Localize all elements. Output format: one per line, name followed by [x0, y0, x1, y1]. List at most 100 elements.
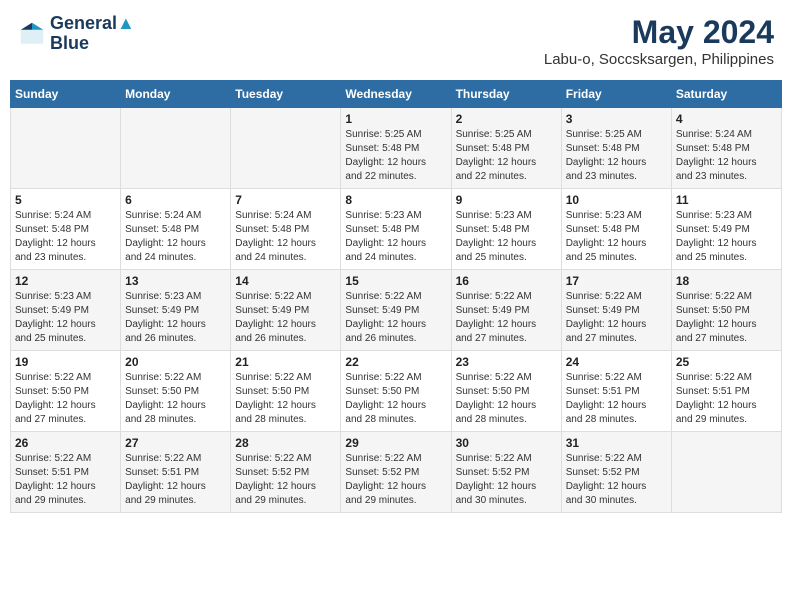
- calendar-day-cell: 17 Sunrise: 5:22 AM Sunset: 5:49 PM Dayli…: [561, 270, 671, 351]
- day-info: Sunrise: 5:25 AM Sunset: 5:48 PM Dayligh…: [566, 128, 667, 184]
- day-number: 2: [456, 112, 557, 126]
- calendar-day-cell: 15Sunrise: 5:22 AM Sunset: 5:49 PM Dayli…: [341, 270, 451, 351]
- calendar-week-row: 5 Sunrise: 5:24 AM Sunset: 5:48 PM Daylig…: [11, 189, 782, 270]
- day-number: 25: [676, 355, 777, 369]
- calendar-day-cell: 20 Sunrise: 5:22 AM Sunset: 5:50 PM Dayli…: [121, 351, 231, 432]
- day-info: Sunrise: 5:22 AM Sunset: 5:49 PM Dayligh…: [345, 290, 446, 346]
- day-number: 10: [566, 193, 667, 207]
- day-info: Sunrise: 5:22 AM Sunset: 5:50 PM Dayligh…: [235, 371, 336, 427]
- day-number: 30: [456, 436, 557, 450]
- day-info: Sunrise: 5:22 AM Sunset: 5:52 PM Dayligh…: [566, 452, 667, 508]
- calendar-day-cell: 23Sunrise: 5:22 AM Sunset: 5:50 PM Dayli…: [451, 351, 561, 432]
- calendar-day-cell: 18Sunrise: 5:22 AM Sunset: 5:50 PM Dayli…: [671, 270, 781, 351]
- day-info: Sunrise: 5:23 AM Sunset: 5:49 PM Dayligh…: [125, 290, 226, 346]
- day-info: Sunrise: 5:22 AM Sunset: 5:49 PM Dayligh…: [566, 290, 667, 346]
- calendar-day-cell: 7 Sunrise: 5:24 AM Sunset: 5:48 PM Daylig…: [231, 189, 341, 270]
- title-area: May 2024 Labu-o, Soccsksargen, Philippin…: [544, 14, 774, 68]
- day-number: 14: [235, 274, 336, 288]
- subtitle: Labu-o, Soccsksargen, Philippines: [544, 51, 774, 68]
- calendar-day-cell: 6Sunrise: 5:24 AM Sunset: 5:48 PM Daylig…: [121, 189, 231, 270]
- calendar-table: SundayMondayTuesdayWednesdayThursdayFrid…: [10, 80, 782, 513]
- calendar-day-cell: 10 Sunrise: 5:23 AM Sunset: 5:48 PM Dayli…: [561, 189, 671, 270]
- day-number: 6: [125, 193, 226, 207]
- logo-icon: [18, 20, 46, 48]
- logo: General▲ Blue: [18, 14, 135, 54]
- calendar-week-row: 19 Sunrise: 5:22 AM Sunset: 5:50 PM Dayli…: [11, 351, 782, 432]
- day-info: Sunrise: 5:22 AM Sunset: 5:50 PM Dayligh…: [125, 371, 226, 427]
- calendar-week-row: 26 Sunrise: 5:22 AM Sunset: 5:51 PM Dayli…: [11, 432, 782, 513]
- day-number: 21: [235, 355, 336, 369]
- calendar-day-cell: 25 Sunrise: 5:22 AM Sunset: 5:51 PM Dayli…: [671, 351, 781, 432]
- day-number: 8: [345, 193, 446, 207]
- calendar-header-cell: Monday: [121, 81, 231, 108]
- calendar-day-cell: 27Sunrise: 5:22 AM Sunset: 5:51 PM Dayli…: [121, 432, 231, 513]
- day-number: 22: [345, 355, 446, 369]
- day-info: Sunrise: 5:22 AM Sunset: 5:52 PM Dayligh…: [235, 452, 336, 508]
- main-title: May 2024: [544, 14, 774, 51]
- day-number: 20: [125, 355, 226, 369]
- day-number: 7: [235, 193, 336, 207]
- day-number: 24: [566, 355, 667, 369]
- calendar-day-cell: 5Sunrise: 5:24 AM Sunset: 5:48 PM Daylig…: [11, 189, 121, 270]
- day-info: Sunrise: 5:22 AM Sunset: 5:50 PM Dayligh…: [676, 290, 777, 346]
- calendar-week-row: 12 Sunrise: 5:23 AM Sunset: 5:49 PM Dayli…: [11, 270, 782, 351]
- calendar-day-cell: [231, 108, 341, 189]
- logo-text: General▲ Blue: [50, 14, 135, 54]
- day-info: Sunrise: 5:23 AM Sunset: 5:48 PM Dayligh…: [566, 209, 667, 265]
- day-number: 9: [456, 193, 557, 207]
- calendar-day-cell: 2Sunrise: 5:25 AM Sunset: 5:48 PM Daylig…: [451, 108, 561, 189]
- day-info: Sunrise: 5:23 AM Sunset: 5:49 PM Dayligh…: [15, 290, 116, 346]
- calendar-header-cell: Wednesday: [341, 81, 451, 108]
- day-info: Sunrise: 5:23 AM Sunset: 5:48 PM Dayligh…: [456, 209, 557, 265]
- day-number: 26: [15, 436, 116, 450]
- calendar-day-cell: [671, 432, 781, 513]
- calendar-day-cell: 3Sunrise: 5:25 AM Sunset: 5:48 PM Daylig…: [561, 108, 671, 189]
- day-info: Sunrise: 5:22 AM Sunset: 5:49 PM Dayligh…: [235, 290, 336, 346]
- day-info: Sunrise: 5:25 AM Sunset: 5:48 PM Dayligh…: [345, 128, 446, 184]
- day-info: Sunrise: 5:22 AM Sunset: 5:52 PM Dayligh…: [345, 452, 446, 508]
- calendar-day-cell: 30Sunrise: 5:22 AM Sunset: 5:52 PM Dayli…: [451, 432, 561, 513]
- day-info: Sunrise: 5:23 AM Sunset: 5:48 PM Dayligh…: [345, 209, 446, 265]
- calendar-header-cell: Tuesday: [231, 81, 341, 108]
- day-number: 31: [566, 436, 667, 450]
- calendar-day-cell: 9 Sunrise: 5:23 AM Sunset: 5:48 PM Daylig…: [451, 189, 561, 270]
- calendar-day-cell: 21 Sunrise: 5:22 AM Sunset: 5:50 PM Dayli…: [231, 351, 341, 432]
- calendar-day-cell: 14 Sunrise: 5:22 AM Sunset: 5:49 PM Dayli…: [231, 270, 341, 351]
- day-info: Sunrise: 5:22 AM Sunset: 5:51 PM Dayligh…: [15, 452, 116, 508]
- calendar-header-cell: Sunday: [11, 81, 121, 108]
- day-info: Sunrise: 5:24 AM Sunset: 5:48 PM Dayligh…: [676, 128, 777, 184]
- calendar-day-cell: 8 Sunrise: 5:23 AM Sunset: 5:48 PM Daylig…: [341, 189, 451, 270]
- day-number: 28: [235, 436, 336, 450]
- calendar-day-cell: 11 Sunrise: 5:23 AM Sunset: 5:49 PM Dayli…: [671, 189, 781, 270]
- day-info: Sunrise: 5:24 AM Sunset: 5:48 PM Dayligh…: [235, 209, 336, 265]
- calendar-header-row: SundayMondayTuesdayWednesdayThursdayFrid…: [11, 81, 782, 108]
- calendar-day-cell: 1Sunrise: 5:25 AM Sunset: 5:48 PM Daylig…: [341, 108, 451, 189]
- day-info: Sunrise: 5:22 AM Sunset: 5:51 PM Dayligh…: [125, 452, 226, 508]
- day-info: Sunrise: 5:23 AM Sunset: 5:49 PM Dayligh…: [676, 209, 777, 265]
- day-number: 5: [15, 193, 116, 207]
- calendar-header-cell: Saturday: [671, 81, 781, 108]
- calendar-header-cell: Friday: [561, 81, 671, 108]
- calendar-day-cell: 16 Sunrise: 5:22 AM Sunset: 5:49 PM Dayli…: [451, 270, 561, 351]
- day-info: Sunrise: 5:22 AM Sunset: 5:51 PM Dayligh…: [566, 371, 667, 427]
- day-number: 19: [15, 355, 116, 369]
- day-info: Sunrise: 5:22 AM Sunset: 5:50 PM Dayligh…: [15, 371, 116, 427]
- calendar-header-cell: Thursday: [451, 81, 561, 108]
- calendar-day-cell: 4Sunrise: 5:24 AM Sunset: 5:48 PM Daylig…: [671, 108, 781, 189]
- calendar-day-cell: 31 Sunrise: 5:22 AM Sunset: 5:52 PM Dayli…: [561, 432, 671, 513]
- day-number: 23: [456, 355, 557, 369]
- calendar-day-cell: 19 Sunrise: 5:22 AM Sunset: 5:50 PM Dayli…: [11, 351, 121, 432]
- day-number: 16: [456, 274, 557, 288]
- day-number: 17: [566, 274, 667, 288]
- calendar-day-cell: 22 Sunrise: 5:22 AM Sunset: 5:50 PM Dayli…: [341, 351, 451, 432]
- day-info: Sunrise: 5:22 AM Sunset: 5:49 PM Dayligh…: [456, 290, 557, 346]
- day-info: Sunrise: 5:22 AM Sunset: 5:51 PM Dayligh…: [676, 371, 777, 427]
- calendar-day-cell: 26 Sunrise: 5:22 AM Sunset: 5:51 PM Dayli…: [11, 432, 121, 513]
- day-number: 12: [15, 274, 116, 288]
- calendar-day-cell: 24 Sunrise: 5:22 AM Sunset: 5:51 PM Dayli…: [561, 351, 671, 432]
- calendar-day-cell: 13Sunrise: 5:23 AM Sunset: 5:49 PM Dayli…: [121, 270, 231, 351]
- day-number: 11: [676, 193, 777, 207]
- calendar-day-cell: 28 Sunrise: 5:22 AM Sunset: 5:52 PM Dayli…: [231, 432, 341, 513]
- day-info: Sunrise: 5:22 AM Sunset: 5:50 PM Dayligh…: [345, 371, 446, 427]
- day-number: 29: [345, 436, 446, 450]
